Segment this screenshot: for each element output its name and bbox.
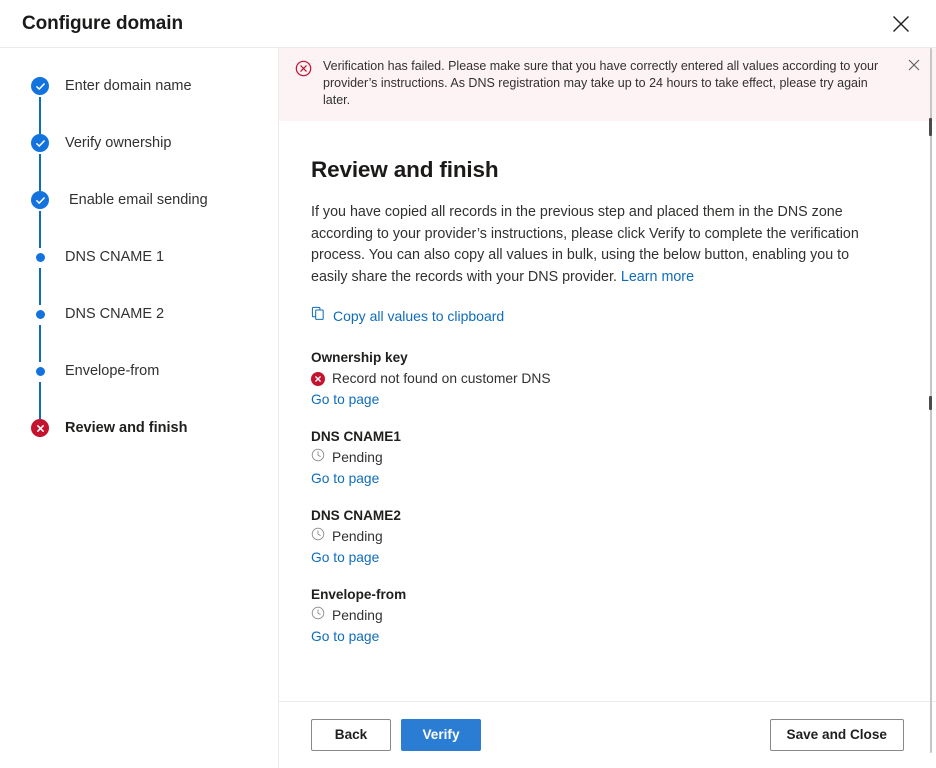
record-item-dns-cname2: DNS CNAME2 Pending Go to p <box>311 506 876 567</box>
wizard-step-enable-email-sending[interactable]: Enable email sending <box>31 190 278 247</box>
dialog-header: Configure domain <box>0 0 936 48</box>
wizard-content-panel: Verification has failed. Please make sur… <box>279 48 936 768</box>
record-status-text: Pending <box>332 527 383 546</box>
section-description: If you have copied all records in the pr… <box>311 202 876 288</box>
error-circle-filled-icon <box>311 372 325 386</box>
dialog-footer: Back Verify Save and Close <box>279 701 936 768</box>
record-name: Ownership key <box>311 348 876 367</box>
check-circle-icon <box>31 134 49 152</box>
dot-icon <box>36 253 45 262</box>
check-circle-icon <box>31 77 49 95</box>
wizard-step-review-and-finish[interactable]: Review and finish <box>31 418 278 438</box>
record-status-text: Record not found on customer DNS <box>332 369 551 388</box>
record-name: Envelope-from <box>311 585 876 604</box>
error-circle-icon <box>31 419 49 437</box>
main-content: Review and finish If you have copied all… <box>279 121 936 701</box>
record-status: Pending <box>311 527 876 546</box>
wizard-step-verify-ownership[interactable]: Verify ownership <box>31 133 278 190</box>
configure-domain-dialog: Configure domain Enter d <box>0 0 936 768</box>
wizard-step-dns-cname-2[interactable]: DNS CNAME 2 <box>31 304 278 361</box>
record-status: Pending <box>311 606 876 625</box>
clock-icon <box>311 527 325 546</box>
close-icon[interactable] <box>904 59 924 77</box>
record-status: Pending <box>311 448 876 467</box>
page-title: Configure domain <box>0 13 183 35</box>
step-marker-pending <box>31 305 49 323</box>
section-title: Review and finish <box>311 157 876 183</box>
dot-icon <box>36 367 45 376</box>
dot-icon <box>36 310 45 319</box>
record-name: DNS CNAME1 <box>311 427 876 446</box>
go-to-page-link[interactable]: Go to page <box>311 390 379 409</box>
scrollbar-thumb[interactable] <box>929 118 932 136</box>
record-item-envelope-from: Envelope-from Pending Go t <box>311 585 876 646</box>
wizard-step-enter-domain-name[interactable]: Enter domain name <box>31 76 278 133</box>
wizard-steps-rail: Enter domain name Verify ownership <box>0 48 279 768</box>
scrollbar-thumb-secondary[interactable] <box>929 396 932 410</box>
go-to-page-link[interactable]: Go to page <box>311 627 379 646</box>
step-marker-error <box>31 419 49 437</box>
back-button[interactable]: Back <box>311 719 391 751</box>
wizard-step-list: Enter domain name Verify ownership <box>0 76 278 438</box>
wizard-step-label: DNS CNAME 2 <box>65 304 164 324</box>
close-icon[interactable] <box>886 9 916 39</box>
step-marker-pending <box>31 248 49 266</box>
error-message-text: Verification has failed. Please make sur… <box>323 58 904 109</box>
copy-all-values-button[interactable]: Copy all values to clipboard <box>311 306 504 326</box>
clock-icon <box>311 606 325 625</box>
record-status: Record not found on customer DNS <box>311 369 876 388</box>
go-to-page-link[interactable]: Go to page <box>311 548 379 567</box>
description-text: If you have copied all records in the pr… <box>311 204 859 285</box>
check-circle-icon <box>31 191 49 209</box>
learn-more-link[interactable]: Learn more <box>621 269 694 285</box>
verify-button[interactable]: Verify <box>401 719 481 751</box>
record-name: DNS CNAME2 <box>311 506 876 525</box>
wizard-step-label: Enter domain name <box>65 76 192 96</box>
wizard-step-label: Envelope-from <box>65 361 159 381</box>
record-status-text: Pending <box>332 448 383 467</box>
wizard-step-label: Review and finish <box>65 418 187 438</box>
error-circle-icon <box>295 60 313 82</box>
error-message-bar: Verification has failed. Please make sur… <box>279 48 936 121</box>
wizard-step-label: Enable email sending <box>69 190 208 210</box>
record-status-list: Ownership key Record not found on custom… <box>311 348 876 646</box>
go-to-page-link[interactable]: Go to page <box>311 469 379 488</box>
wizard-step-label: Verify ownership <box>65 133 171 153</box>
dialog-body: Enter domain name Verify ownership <box>0 48 936 768</box>
save-and-close-button[interactable]: Save and Close <box>770 719 905 751</box>
step-marker-done <box>31 191 49 209</box>
step-marker-done <box>31 134 49 152</box>
step-marker-done <box>31 77 49 95</box>
clock-icon <box>311 448 325 467</box>
record-item-ownership-key: Ownership key Record not found on custom… <box>311 348 876 409</box>
wizard-step-label: DNS CNAME 1 <box>65 247 164 267</box>
wizard-step-envelope-from[interactable]: Envelope-from <box>31 361 278 418</box>
step-marker-pending <box>31 362 49 380</box>
record-item-dns-cname1: DNS CNAME1 Pending Go to p <box>311 427 876 488</box>
wizard-step-dns-cname-1[interactable]: DNS CNAME 1 <box>31 247 278 304</box>
copy-all-values-label: Copy all values to clipboard <box>333 308 504 324</box>
record-status-text: Pending <box>332 606 383 625</box>
copy-icon <box>311 306 326 326</box>
